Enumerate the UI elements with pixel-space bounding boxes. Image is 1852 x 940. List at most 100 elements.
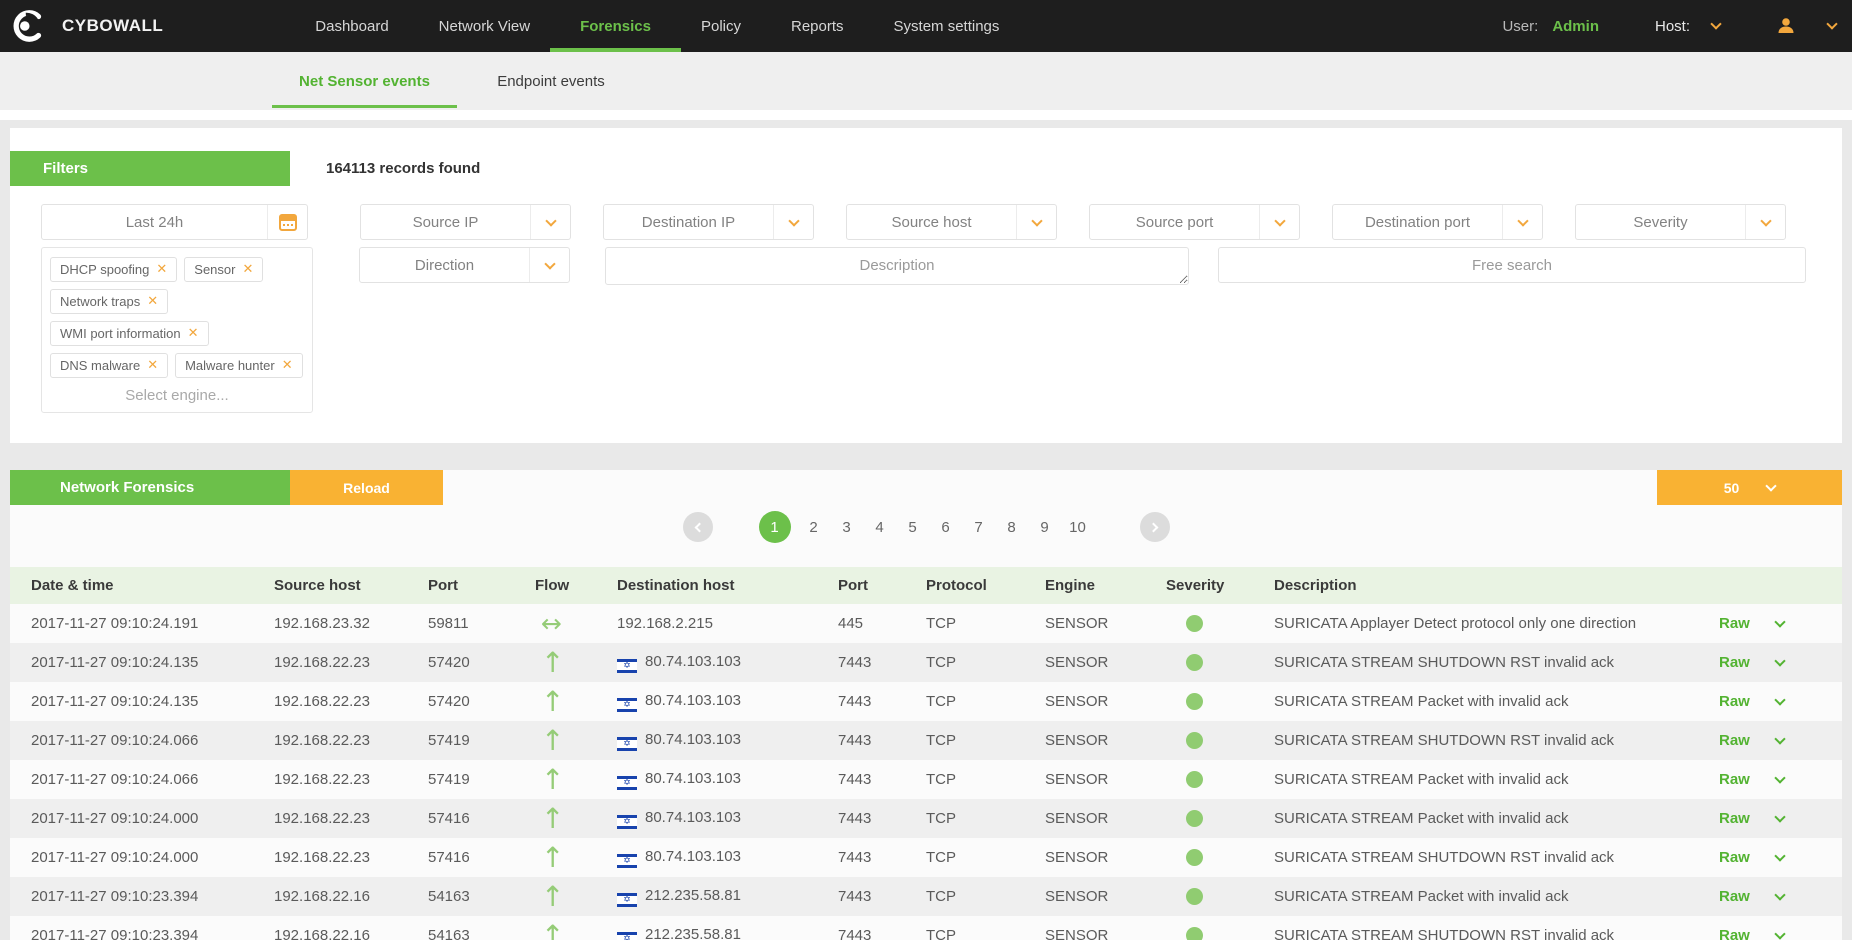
host-chevron-down-icon[interactable] [1710,18,1721,29]
remove-tag-icon[interactable]: ✕ [147,358,158,373]
expand-row-chevron-icon[interactable] [1774,811,1785,822]
tab-strip: Net Sensor events Endpoint events [0,52,1852,110]
cell-source-host: 192.168.22.23 [274,693,428,710]
nav-item-forensics[interactable]: Forensics [576,0,655,52]
severity-low-dot [1186,888,1203,905]
raw-link[interactable]: Raw [1719,927,1750,940]
severity-low-dot [1186,732,1203,749]
page-button-4[interactable]: 4 [870,519,890,536]
remove-tag-icon[interactable]: ✕ [156,262,167,277]
pagination: 123456789 10 [10,509,1842,545]
engine-filter-box[interactable]: DHCP spoofing✕ Sensor✕ Network traps✕ WM… [41,247,313,413]
filter-select-direction[interactable]: Direction [359,247,570,283]
nav-item-policy[interactable]: Policy [697,0,745,52]
free-search-input[interactable] [1218,247,1806,283]
raw-link[interactable]: Raw [1719,810,1750,827]
cell-destination-host: ✡212.235.58.81 [617,926,838,940]
engine-tag: Network traps✕ [50,289,168,314]
remove-tag-icon[interactable]: ✕ [188,326,199,341]
col-protocol: Protocol [926,577,1045,594]
page-button-7[interactable]: 7 [969,519,989,536]
cell-source-port: 57420 [428,693,535,710]
cell-source-host: 192.168.23.32 [274,615,428,632]
brand-name: CYBOWALL [62,16,163,36]
cell-destination-port: 7443 [838,654,926,671]
table-row: 2017-11-27 09:10:23.394192.168.22.165416… [10,916,1842,940]
page-button-5[interactable]: 5 [903,519,923,536]
filter-select-source-ip[interactable]: Source IP [360,204,571,240]
cell-source-port: 57419 [428,771,535,788]
raw-link[interactable]: Raw [1719,849,1750,866]
raw-link[interactable]: Raw [1719,732,1750,749]
engine-tag: Sensor✕ [184,257,263,282]
filter-select-severity[interactable]: Severity [1575,204,1786,240]
nav-item-dashboard[interactable]: Dashboard [311,0,392,52]
filters-title: Filters [10,151,290,186]
previous-page-button[interactable] [683,512,713,542]
page-button-6[interactable]: 6 [936,519,956,536]
cell-protocol: TCP [926,732,1045,749]
tab-net-sensor-events[interactable]: Net Sensor events [272,52,457,110]
expand-row-chevron-icon[interactable] [1774,655,1785,666]
cell-destination-host: ✡80.74.103.103 [617,692,838,712]
remove-tag-icon[interactable]: ✕ [147,294,158,309]
next-page-button[interactable] [1140,512,1170,542]
cell-severity [1166,927,1274,940]
cell-raw: Raw [1707,888,1842,905]
raw-link[interactable]: Raw [1719,615,1750,632]
col-description: Description [1274,577,1707,594]
page-button-10[interactable]: 10 [1068,519,1088,536]
engine-tag-label: WMI port information [60,326,181,341]
raw-link[interactable]: Raw [1719,771,1750,788]
page-button-1[interactable]: 1 [759,511,791,543]
select-label: Destination IP [604,205,773,239]
select-engine-placeholder[interactable]: Select engine... [50,387,304,404]
nav-item-network-view[interactable]: Network View [435,0,534,52]
nav-item-system-settings[interactable]: System settings [890,0,1004,52]
expand-row-chevron-icon[interactable] [1774,733,1785,744]
israel-flag-icon: ✡ [617,659,637,673]
remove-tag-icon[interactable]: ✕ [282,358,293,373]
page-button-9[interactable]: 9 [1035,519,1055,536]
cell-protocol: TCP [926,771,1045,788]
reload-button[interactable]: Reload [290,470,443,505]
flow-up-icon: ↑ [541,688,564,716]
description-input[interactable] [605,247,1189,285]
expand-row-chevron-icon[interactable] [1774,889,1785,900]
engine-tag: DNS malware✕ [50,353,168,378]
cell-engine: SENSOR [1045,693,1166,710]
expand-row-chevron-icon[interactable] [1774,616,1785,627]
raw-link[interactable]: Raw [1719,693,1750,710]
cell-description: SURICATA STREAM Packet with invalid ack [1274,771,1707,788]
cell-severity [1166,771,1274,789]
table-row: 2017-11-27 09:10:24.191192.168.23.325981… [10,604,1842,643]
raw-link[interactable]: Raw [1719,654,1750,671]
page-button-2[interactable]: 2 [804,519,824,536]
filter-select-source-host[interactable]: Source host [846,204,1057,240]
filter-select-destination-port[interactable]: Destination port [1332,204,1543,240]
chevron-right-icon [1148,522,1158,532]
user-avatar-icon[interactable] [1776,16,1796,36]
cell-flow: ↑ [535,922,617,940]
page-size-dropdown[interactable]: 50 [1657,470,1842,505]
expand-row-chevron-icon[interactable] [1774,850,1785,861]
expand-row-chevron-icon[interactable] [1774,928,1785,939]
cell-description: SURICATA STREAM Packet with invalid ack [1274,888,1707,905]
page-button-8[interactable]: 8 [1002,519,1022,536]
expand-row-chevron-icon[interactable] [1774,694,1785,705]
filter-select-source-port[interactable]: Source port [1089,204,1300,240]
page-button-3[interactable]: 3 [837,519,857,536]
cell-flow: ↑ [535,766,617,794]
nav-item-reports[interactable]: Reports [787,0,848,52]
col-destination-port: Port [838,577,926,594]
severity-low-dot [1186,771,1203,788]
expand-row-chevron-icon[interactable] [1774,772,1785,783]
date-range-picker[interactable]: Last 24h [41,204,308,240]
tab-endpoint-events[interactable]: Endpoint events [471,52,631,110]
account-menu-chevron-down-icon[interactable] [1826,18,1837,29]
cell-destination-port: 7443 [838,849,926,866]
remove-tag-icon[interactable]: ✕ [242,262,253,277]
raw-link[interactable]: Raw [1719,888,1750,905]
select-label: Direction [360,248,529,282]
filter-select-destination-ip[interactable]: Destination IP [603,204,814,240]
